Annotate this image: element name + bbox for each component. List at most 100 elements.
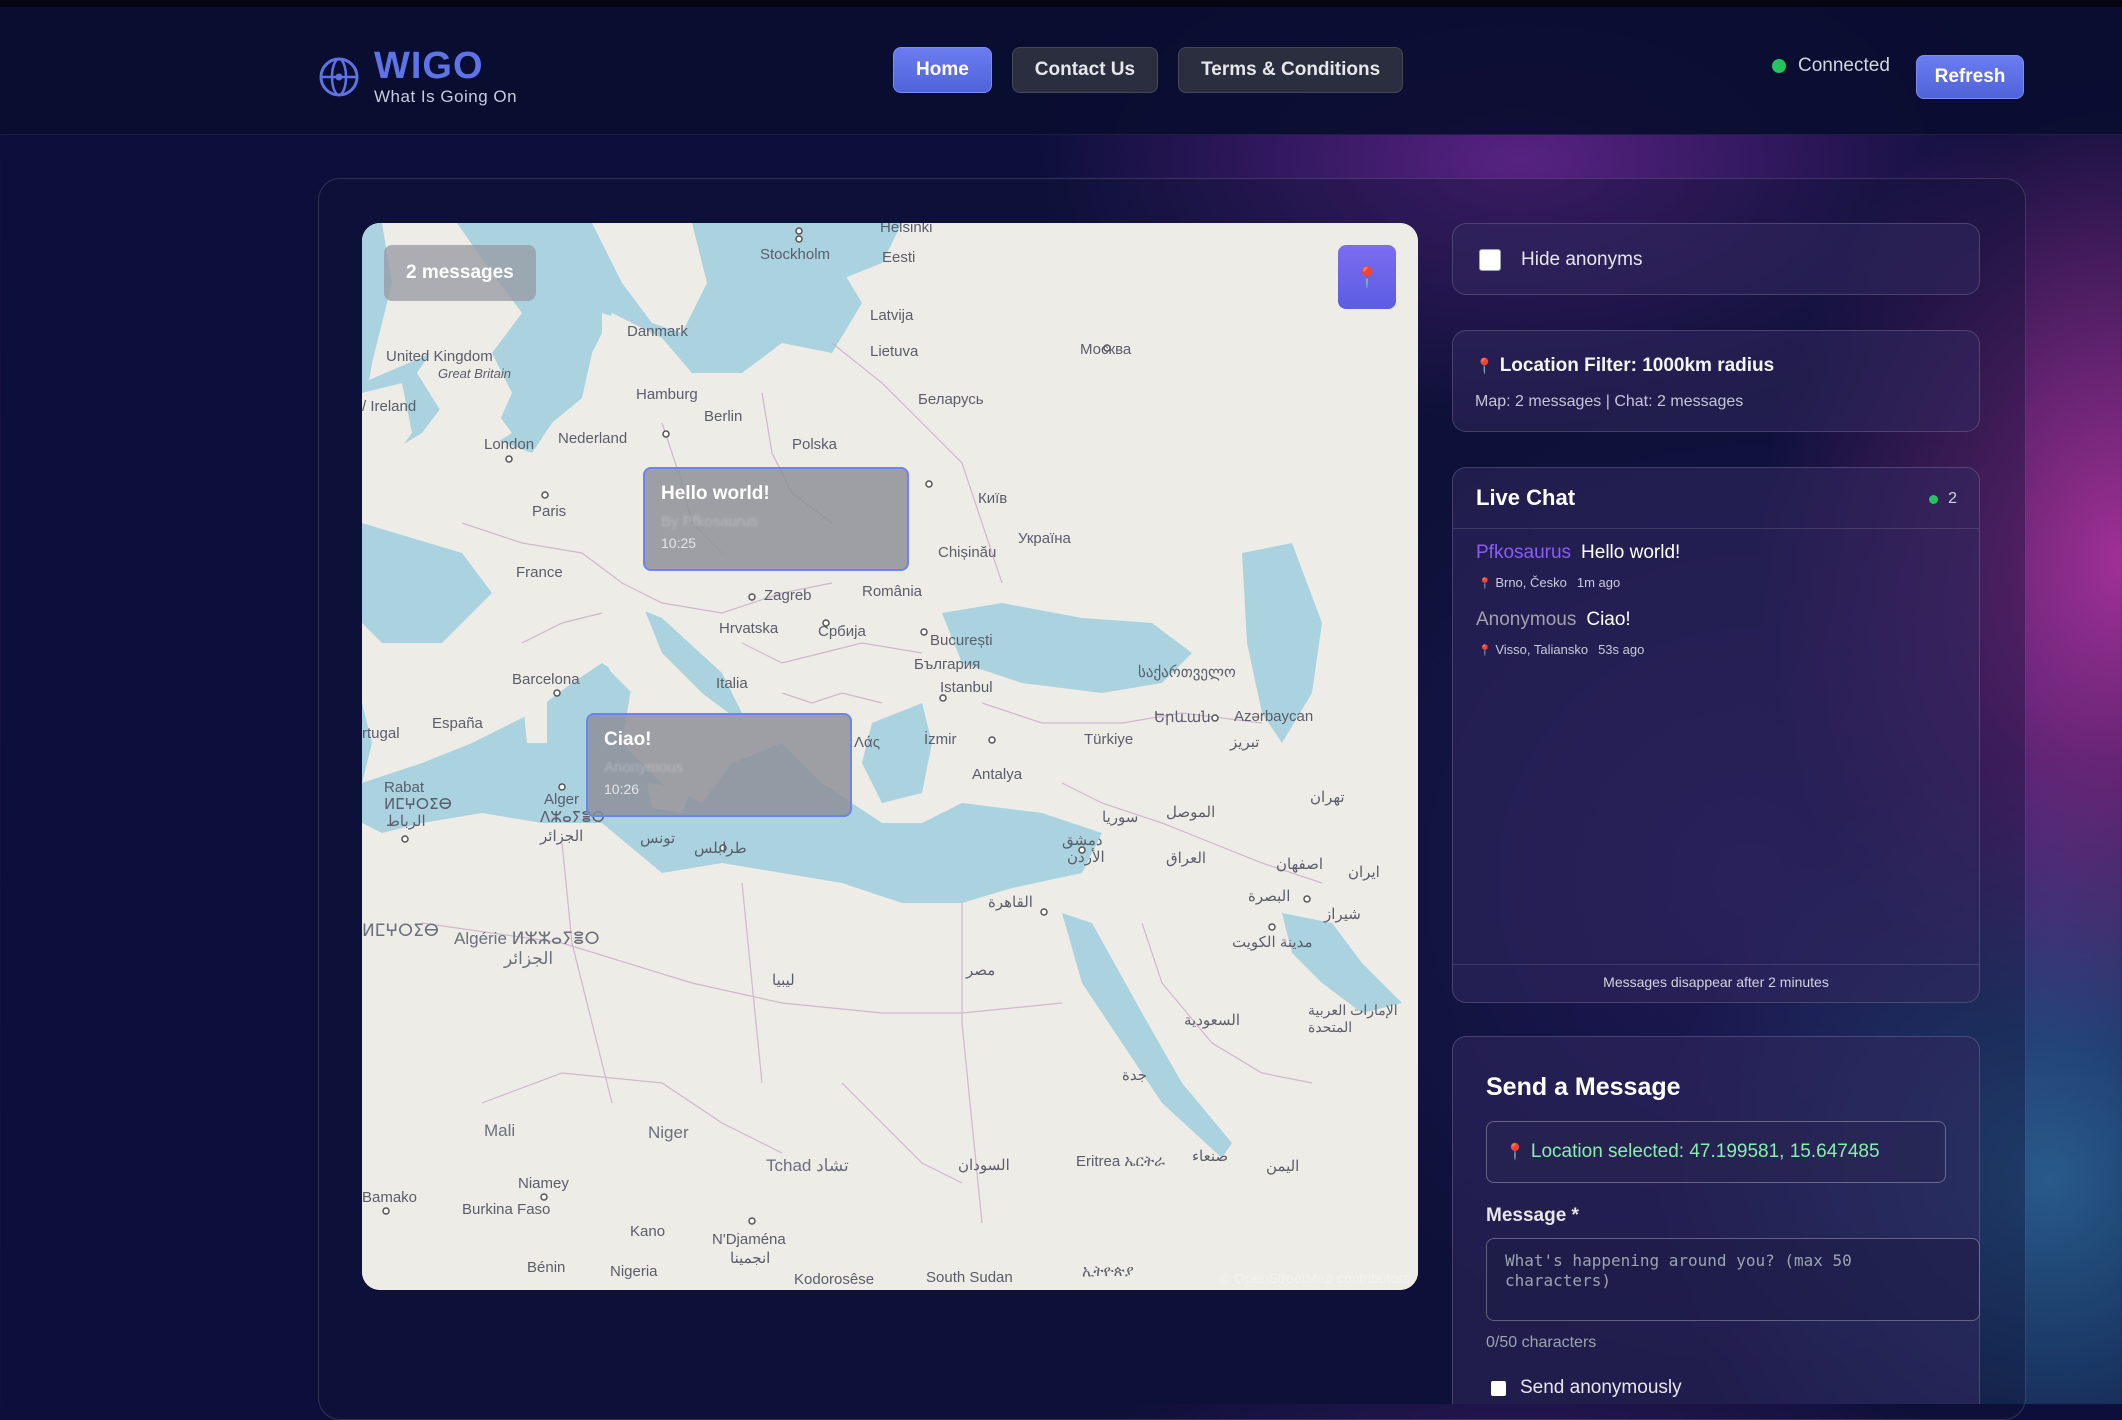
map-label: اصفهان (1276, 856, 1323, 873)
chat-footer: Messages disappear after 2 minutes (1603, 974, 1829, 990)
map-label: Mali (484, 1121, 516, 1140)
map-label: مصر (966, 962, 996, 979)
map-label: Eritrea ኤርትራ (1076, 1153, 1165, 1170)
map-label: ኢትዮጵያ (1082, 1263, 1134, 1280)
bubble-author: Anonymous (604, 759, 684, 776)
bubble-time: 10:25 (661, 535, 697, 551)
app-header: WIGO What Is Going On Home Contact Us Te… (0, 7, 2122, 135)
map-message-count: 2 messages (384, 245, 536, 301)
map-label: Türkiye (1084, 731, 1134, 748)
chat-username: Anonymous (1476, 609, 1577, 630)
locate-button[interactable]: 📍 (1338, 245, 1396, 309)
map-label: مدينة الكويت (1232, 934, 1313, 951)
map-label: საქართველო (1138, 664, 1236, 681)
chat-time-ago: 53s ago (1598, 642, 1645, 657)
map-label: Burkina Faso (462, 1201, 551, 1218)
chat-header: Live Chat 2 (1453, 468, 1979, 529)
map-label: Київ (978, 490, 1008, 507)
map-label: Niger (648, 1123, 689, 1142)
connection-status: Connected (1772, 55, 1890, 77)
map-label: العراق (1166, 850, 1207, 867)
brand-name: WIGO (374, 45, 484, 87)
location-selected-text: Location selected: 47.199581, 15.647485 (1530, 1141, 1880, 1162)
chat-message: Anonymous Ciao! (1476, 609, 1631, 631)
nav-home-button[interactable]: Home (893, 47, 992, 93)
online-count: 2 (1948, 490, 1957, 507)
chat-text: Hello world! (1581, 542, 1681, 563)
map-label: România (862, 583, 923, 600)
map-label: Hrvatska (719, 620, 779, 637)
map-label: Bamako (362, 1189, 418, 1206)
map-label: Istanbul (940, 679, 993, 696)
chat-username[interactable]: Pfkosaurus (1476, 542, 1571, 564)
map-label: ایران (1348, 864, 1380, 881)
refresh-button[interactable]: Refresh (1916, 55, 2024, 99)
map-label: / Ireland (362, 398, 417, 415)
main-nav: Home Contact Us Terms & Conditions (893, 47, 1404, 93)
map-label: انجمينا (730, 1250, 771, 1267)
map-background (362, 223, 1418, 1290)
pin-icon: 📍 (1478, 578, 1492, 590)
map-message-bubble[interactable]: Ciao! Anonymous 10:26 (586, 713, 852, 817)
map-label: Stockholm (760, 246, 831, 263)
chat-location: Visso, Taliansko (1495, 642, 1589, 657)
map-label: ⵍⵎⵖⵔⵉⴱ (362, 921, 439, 940)
map-label: Antalya (972, 766, 1023, 783)
map-label: الإمارات العربية المتحدة (1308, 1002, 1398, 1035)
map-label: السودان (958, 1157, 1010, 1174)
map-label: الموصل (1166, 804, 1216, 821)
map-label: London (484, 436, 535, 453)
map-view[interactable]: Helsinki Stockholm Eesti Latvija Danmark… (362, 223, 1418, 1290)
bubble-time: 10:26 (604, 781, 640, 797)
send-title: Send a Message (1486, 1073, 1681, 1101)
map-label: الأردن (1067, 849, 1105, 866)
map-label: Azərbaycan (1234, 708, 1314, 725)
map-message-bubble[interactable]: Hello world! By Pfkosaurus 10:25 (643, 467, 909, 571)
location-filter-title: Location Filter: 1000km radius (1499, 355, 1775, 376)
message-label: Message * (1486, 1205, 1579, 1226)
map-label: تبريز (1230, 734, 1260, 751)
map-label: İzmir (924, 731, 957, 748)
map-attribution[interactable]: © OpenStreetMap contributors (1220, 1270, 1410, 1286)
map-label: البصرة (1248, 888, 1291, 905)
connected-dot-icon (1772, 59, 1786, 73)
map-label: Barcelona (512, 671, 580, 688)
map-label: Eesti (882, 249, 916, 266)
map-label: Hamburg (636, 386, 698, 403)
map-label: صنعاء (1192, 1148, 1229, 1165)
char-counter: 0/50 characters (1486, 1334, 1597, 1351)
hide-anonyms-checkbox[interactable] (1479, 249, 1501, 271)
location-filter-stats: Map: 2 messages | Chat: 2 messages (1475, 393, 1744, 410)
send-anonymously-checkbox[interactable] (1491, 1380, 1506, 1396)
map-label: طرابلس (694, 840, 747, 857)
map-label: Λάς (854, 734, 880, 751)
map-label: Lietuva (870, 343, 919, 360)
map-label: Alger (544, 791, 580, 808)
map-label: اليمن (1266, 1158, 1300, 1175)
map-label: سوريا (1102, 809, 1139, 826)
chat-meta: 📍 Visso, Taliansko 53s ago (1478, 642, 1644, 657)
pin-icon: 📍 (1475, 358, 1494, 375)
message-textarea[interactable]: What's happening around you? (max 50 cha… (1486, 1238, 1980, 1321)
map-label: Беларусь (918, 391, 984, 408)
logo[interactable]: WIGO What Is Going On (318, 47, 517, 107)
map-label: South Sudan (926, 1269, 1013, 1286)
nav-contact-button[interactable]: Contact Us (1011, 47, 1159, 93)
online-dot-icon (1929, 494, 1939, 504)
send-anonymously-label: Send anonymously (1520, 1377, 1682, 1398)
map-label: القاهرة (988, 894, 1033, 911)
map-label: Danmark (627, 323, 688, 340)
map-label: Latvija (870, 307, 914, 324)
map-label: București (930, 632, 993, 649)
map-label: Kodorosêse (794, 1271, 875, 1288)
map-label: السعودية (1184, 1012, 1241, 1029)
map-label: France (516, 564, 563, 581)
live-chat-card: Live Chat 2 Pfkosaurus Hello world! 📍 Br… (1452, 467, 1980, 1003)
map-label: Chișinău (938, 544, 997, 561)
map-label: Rabat (384, 779, 425, 796)
nav-terms-button[interactable]: Terms & Conditions (1178, 47, 1404, 93)
map-label: Niamey (518, 1175, 569, 1192)
map-label: Berlin (704, 408, 743, 425)
location-filter-card: 📍 Location Filter: 1000km radius Map: 2 … (1452, 330, 1980, 432)
map-label: Great Britain (438, 366, 511, 381)
